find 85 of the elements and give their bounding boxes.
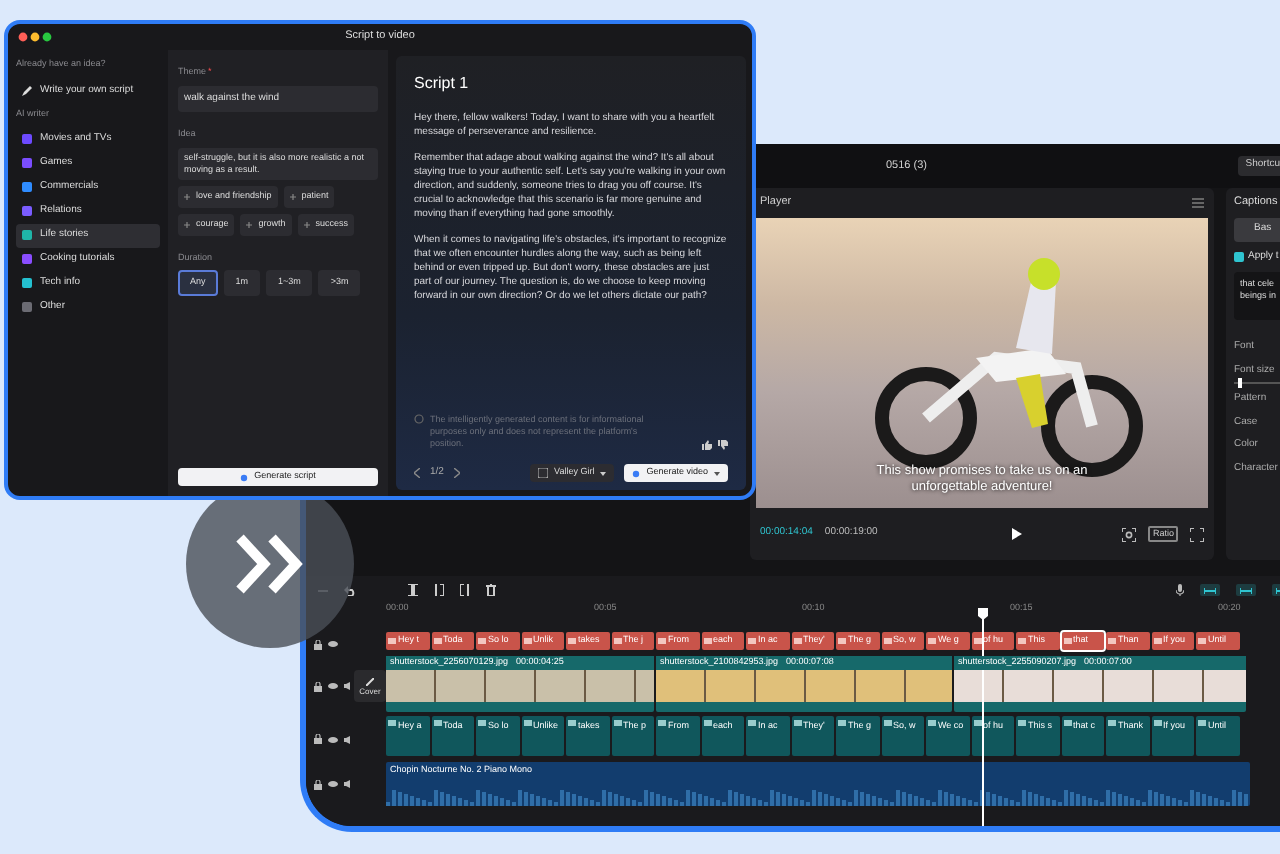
text-icon — [973, 638, 981, 644]
split-left-icon — [434, 584, 444, 596]
text-icon — [793, 720, 801, 726]
text-icon — [748, 720, 756, 726]
volume-icon — [344, 682, 354, 690]
delete-icon — [486, 584, 496, 596]
link-icon — [1240, 587, 1252, 593]
text-icon — [928, 638, 936, 644]
text-icon — [883, 638, 891, 644]
eye-icon — [328, 780, 338, 788]
thumbs-down-icon — [718, 440, 728, 450]
text-icon — [523, 638, 531, 644]
microphone-icon — [1176, 584, 1184, 596]
text-icon — [1198, 638, 1206, 644]
text-icon — [838, 638, 846, 644]
volume-icon — [344, 735, 354, 743]
text-icon — [1063, 638, 1071, 644]
sparkle-icon — [240, 473, 249, 481]
thumbs-up-icon — [702, 440, 712, 450]
sparkle-icon — [632, 469, 641, 477]
text-icon — [703, 638, 711, 644]
text-icon — [1063, 720, 1071, 726]
split-right-icon — [460, 584, 470, 596]
play-button[interactable] — [1009, 526, 1026, 542]
text-icon — [928, 720, 936, 726]
lock-icon — [314, 681, 322, 691]
plus-icon — [246, 221, 253, 228]
text-icon — [1153, 720, 1161, 726]
lock-icon — [314, 639, 322, 649]
text-icon — [658, 638, 666, 644]
plus-icon — [184, 221, 190, 228]
text-icon — [613, 638, 621, 644]
link-icon — [1204, 587, 1216, 593]
text-icon — [523, 720, 531, 726]
text-icon — [388, 638, 396, 644]
play-icon — [1012, 528, 1023, 540]
text-icon — [613, 720, 621, 726]
menu-icon — [1192, 198, 1204, 208]
text-icon — [1108, 720, 1116, 726]
plus-icon — [303, 221, 310, 228]
text-icon — [1108, 638, 1116, 644]
plus-icon — [289, 193, 296, 200]
text-icon — [478, 638, 486, 644]
text-icon — [433, 720, 441, 726]
eye-icon — [328, 682, 338, 690]
text-icon — [883, 720, 891, 726]
text-icon — [748, 638, 756, 644]
pencil-icon — [22, 86, 32, 97]
double-chevron-icon — [236, 534, 304, 594]
text-icon — [1018, 638, 1026, 644]
chevron-left-icon — [414, 468, 420, 478]
text-icon — [838, 720, 846, 726]
eye-icon — [328, 735, 338, 743]
eye-icon — [328, 640, 338, 648]
focus-icon — [1122, 527, 1137, 541]
lock-icon — [314, 734, 322, 744]
split-icon — [408, 584, 418, 596]
fullscreen-icon — [1190, 527, 1204, 541]
text-icon — [703, 720, 711, 726]
link-toggle-button[interactable] — [1200, 584, 1220, 596]
text-icon — [793, 638, 801, 644]
text-icon — [973, 720, 981, 726]
edit-icon — [366, 677, 374, 685]
voice-icon — [538, 468, 549, 478]
volume-icon — [344, 780, 354, 788]
info-icon — [414, 414, 424, 424]
text-icon — [568, 720, 576, 726]
script-title: Script 1 — [414, 72, 471, 96]
caret-icon — [714, 471, 720, 475]
slider-thumb[interactable] — [1237, 378, 1242, 389]
text-icon — [433, 638, 441, 644]
chevron-right-icon — [453, 468, 460, 478]
checkbox[interactable] — [1234, 252, 1244, 262]
playhead-handle-icon — [978, 608, 988, 620]
link-toggle-button[interactable] — [1236, 584, 1256, 596]
lock-icon — [314, 779, 322, 789]
caret-icon — [600, 471, 607, 475]
text-icon — [1198, 720, 1206, 726]
text-icon — [658, 720, 666, 726]
text-icon — [568, 638, 576, 644]
text-icon — [1153, 638, 1161, 644]
text-icon — [1018, 720, 1026, 726]
plus-icon — [184, 193, 190, 200]
text-icon — [478, 720, 486, 726]
text-icon — [388, 720, 396, 726]
